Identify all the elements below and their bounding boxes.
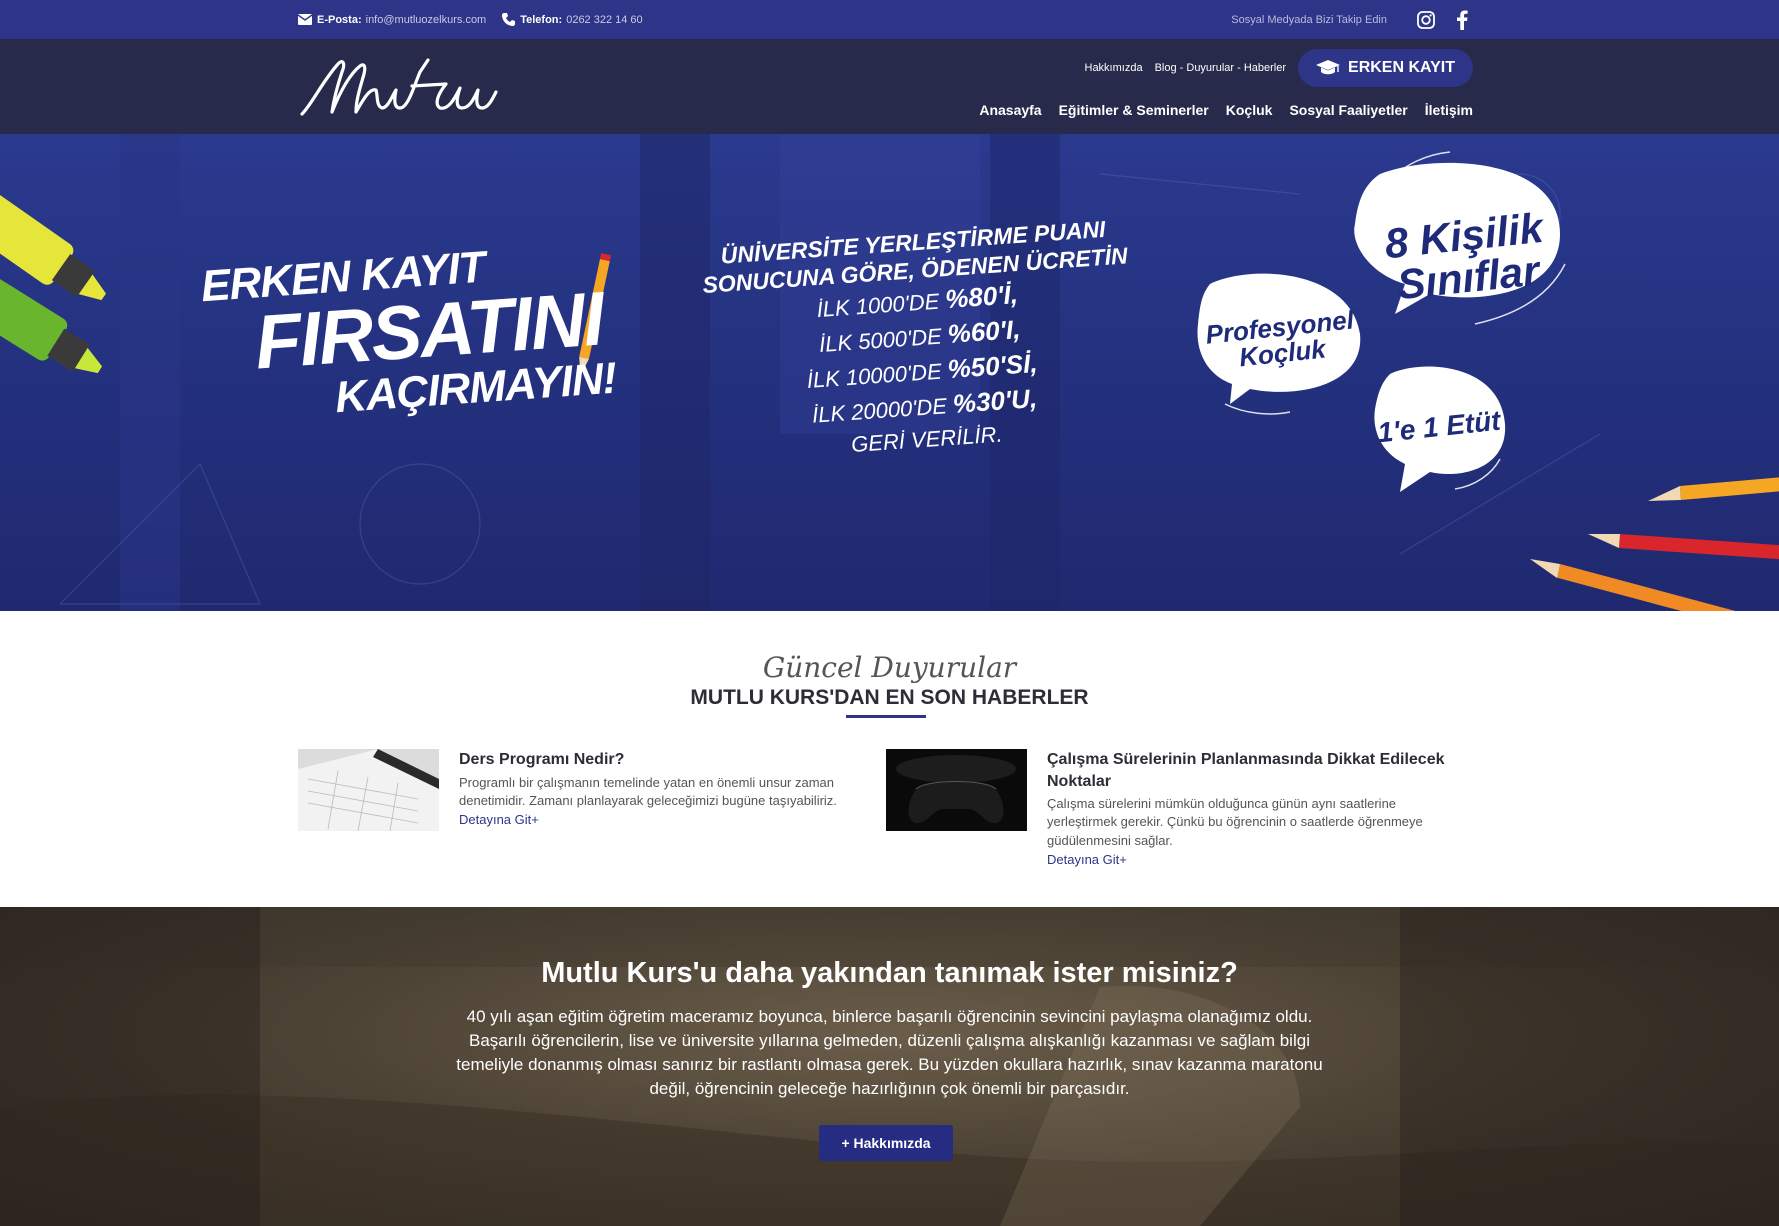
site-header: Hakkımızda Blog - Duyurular - Haberler E… <box>0 39 1779 134</box>
phone-value[interactable]: 0262 322 14 60 <box>566 14 642 26</box>
pencil-orange-2 <box>1530 559 1779 611</box>
about-section: Mutlu Kurs'u daha yakından tanımak ister… <box>0 907 1779 1226</box>
graduation-cap-icon <box>1316 60 1341 75</box>
news-card-desc: Çalışma sürelerini mümkün olduğunca günü… <box>1047 796 1423 848</box>
hero-refund-prefix: İLK 10000'DE <box>805 358 943 394</box>
nav-item-contact[interactable]: İletişim <box>1425 102 1473 118</box>
hero-banner[interactable]: ERKEN KAYIT FIRSATINI KAÇIRMAYIN! ÜNİVER… <box>0 134 1779 611</box>
email-contact[interactable]: E-Posta: info@mutluozelkurs.com <box>298 14 486 26</box>
hero-refund-value: %60'I, <box>946 314 1022 350</box>
nav-link-blog[interactable]: Blog - Duyurular - Haberler <box>1155 62 1286 74</box>
hero-refund-prefix: İLK 1000'DE <box>815 288 941 323</box>
bubble-class-size: 8 Kişilik Sınıflar <box>1382 203 1546 309</box>
news-thumbnail-controller[interactable] <box>886 749 1027 831</box>
nav-item-coaching[interactable]: Koçluk <box>1226 102 1273 118</box>
hero-refund-prefix: İLK 5000'DE <box>818 323 943 358</box>
main-navigation: Anasayfa Eğitimler & Seminerler Koçluk S… <box>962 102 1473 118</box>
about-paragraph: 40 yılı aşan eğitim öğretim maceramız bo… <box>456 1007 1323 1098</box>
hero-refund-value: %30'U, <box>951 383 1039 420</box>
facebook-icon[interactable] <box>1451 9 1473 31</box>
nav-item-trainings[interactable]: Eğitimler & Seminerler <box>1059 102 1209 118</box>
news-title: MUTLU KURS'DAN EN SON HABERLER <box>690 686 1089 709</box>
news-thumbnail-planner[interactable] <box>298 749 439 831</box>
pencil-red <box>1588 534 1779 561</box>
bubble-one-on-one: 1'e 1 Etüt <box>1375 404 1502 449</box>
hero-early-registration-text: ERKEN KAYIT FIRSATINI KAÇIRMAYIN! <box>199 243 617 429</box>
news-card-more-link[interactable]: Detayına Git+ <box>1047 852 1447 867</box>
nav-link-about[interactable]: Hakkımızda <box>1085 62 1143 74</box>
hero-refund-prefix: İLK 20000'DE <box>811 393 948 429</box>
news-card[interactable]: Ders Programı Nedir? Programlı bir çalış… <box>298 749 859 831</box>
mutlu-logo[interactable] <box>298 52 500 122</box>
news-section: Güncel Duyurular MUTLU KURS'DAN EN SON H… <box>0 611 1779 907</box>
about-heading: Mutlu Kurs'u daha yakından tanımak ister… <box>541 957 1238 989</box>
phone-label: Telefon: <box>520 13 563 26</box>
news-card-title[interactable]: Çalışma Sürelerinin Planlanmasında Dikka… <box>1047 749 1447 792</box>
news-card-title[interactable]: Ders Programı Nedir? <box>459 749 859 771</box>
envelope-icon <box>298 14 312 25</box>
news-title-underline <box>846 715 926 718</box>
about-button[interactable]: + Hakkımızda <box>819 1125 953 1161</box>
news-card-desc: Programlı bir çalışmanın temelinde yatan… <box>459 774 837 808</box>
phone-contact[interactable]: Telefon: 0262 322 14 60 <box>502 13 643 26</box>
instagram-icon[interactable] <box>1415 9 1437 31</box>
hero-refund-value: %80'İ, <box>944 279 1019 315</box>
pencil-orange-1 <box>1648 475 1779 501</box>
email-label: E-Posta: <box>317 13 362 26</box>
hero-refund-value: %50'Sİ, <box>946 348 1039 385</box>
news-card[interactable]: Çalışma Sürelerinin Planlanmasında Dikka… <box>886 749 1447 867</box>
nav-item-home[interactable]: Anasayfa <box>979 102 1041 118</box>
nav-item-social[interactable]: Sosyal Faaliyetler <box>1289 102 1407 118</box>
early-registration-label: ERKEN KAYIT <box>1348 59 1455 76</box>
social-follow-text: Sosyal Medyada Bizi Takip Edin <box>1231 13 1387 26</box>
header-top-links: Hakkımızda Blog - Duyurular - Haberler E… <box>1085 49 1473 87</box>
news-script-title: Güncel Duyurular <box>762 651 1017 684</box>
phone-icon <box>502 13 516 26</box>
bubble-coaching: Profesyonel Koçluk <box>1204 304 1356 373</box>
news-card-more-link[interactable]: Detayına Git+ <box>459 812 859 827</box>
email-value[interactable]: info@mutluozelkurs.com <box>366 14 487 26</box>
early-registration-button[interactable]: ERKEN KAYIT <box>1298 49 1473 87</box>
hero-refund-text: ÜNİVERSİTE YERLEŞTİRME PUANI SONUCUNA GÖ… <box>683 213 1158 470</box>
top-contact-bar: E-Posta: info@mutluozelkurs.com Telefon:… <box>0 0 1779 39</box>
